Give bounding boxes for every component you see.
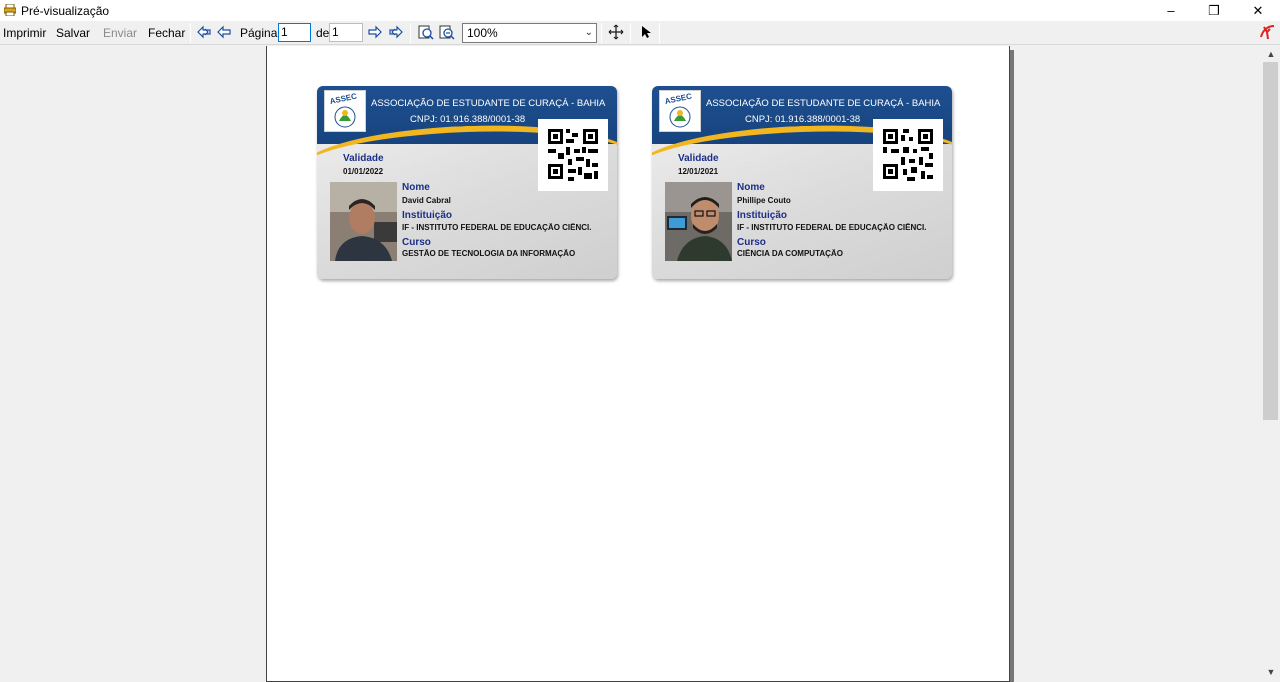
total-pages-field: 1: [329, 23, 363, 42]
print-button[interactable]: Imprimir: [3, 26, 46, 40]
validity-date: 01/01/2022: [343, 167, 384, 176]
close-window-button[interactable]: ✕: [1236, 0, 1280, 21]
organization-cnpj: CNPJ: 01.916.388/0001-38: [745, 114, 861, 125]
window-title: Pré-visualização: [21, 4, 110, 18]
last-page-icon[interactable]: [388, 24, 404, 40]
institution-label: Instituição: [402, 210, 453, 221]
student-photo: [330, 182, 397, 261]
send-button[interactable]: Enviar: [103, 26, 137, 40]
toolbar-separator: [410, 23, 411, 43]
logo-text: ASSEC: [329, 91, 358, 106]
assec-logo-icon: ASSEC: [329, 91, 358, 128]
scroll-down-icon[interactable]: ▼: [1262, 664, 1280, 680]
page-shadow: [1010, 50, 1014, 682]
report-page: ASSEC ASSOCIAÇÃO DE ESTUDANTE DE CURAÇÁ …: [266, 46, 1010, 682]
qr-code-icon: [548, 129, 598, 181]
student-name: David Cabral: [402, 196, 451, 205]
preview-workspace: ASSEC ASSOCIAÇÃO DE ESTUDANTE DE CURAÇÁ …: [0, 46, 1262, 682]
course-label: Curso: [402, 237, 431, 248]
name-label: Nome: [737, 182, 765, 193]
page-number-input[interactable]: 1: [278, 23, 311, 42]
first-page-icon[interactable]: [196, 24, 212, 40]
institution-name: IF - INSTITUTO FEDERAL DE EDUCAÇÃO CIÊNC…: [737, 223, 927, 232]
zoom-in-icon[interactable]: [418, 24, 434, 40]
organization-name: ASSOCIAÇÃO DE ESTUDANTE DE CURAÇÁ - BAHI…: [706, 98, 941, 109]
print-preview-window: Pré-visualização – ❐ ✕ Imprimir Salvar E…: [0, 0, 1280, 682]
toolbar-separator: [190, 23, 191, 43]
close-preview-button[interactable]: Fechar: [148, 26, 185, 40]
move-pan-icon[interactable]: [608, 24, 624, 40]
course-label: Curso: [737, 237, 766, 248]
zoom-value: 100%: [467, 26, 498, 40]
previous-page-icon[interactable]: [216, 24, 232, 40]
qr-code: [873, 119, 943, 191]
of-label: de: [316, 26, 330, 40]
course-name: GESTÃO DE TECNOLOGIA DA INFORMAÇÃO: [402, 249, 576, 258]
next-page-icon[interactable]: [367, 24, 383, 40]
institution-label: Instituição: [737, 210, 788, 221]
institution-name: IF - INSTITUTO FEDERAL DE EDUCAÇÃO CIÊNC…: [402, 223, 592, 232]
student-id-card: ASSEC ASSOCIAÇÃO DE ESTUDANTE DE CURAÇÁ …: [652, 86, 952, 279]
minimize-button[interactable]: –: [1149, 0, 1193, 21]
assec-logo-icon: ASSEC: [664, 91, 693, 128]
student-photo-image: [330, 182, 397, 261]
maximize-button[interactable]: ❐: [1192, 0, 1236, 21]
save-button[interactable]: Salvar: [56, 26, 90, 40]
student-photo-image: [665, 182, 732, 261]
title-bar: Pré-visualização – ❐ ✕: [0, 0, 1280, 21]
report-logo-icon: [1260, 25, 1275, 40]
printer-app-icon: [4, 4, 16, 16]
student-photo: [665, 182, 732, 261]
assec-logo: ASSEC: [324, 90, 366, 132]
zoom-select[interactable]: 100% ⌄: [462, 23, 597, 43]
organization-cnpj: CNPJ: 01.916.388/0001-38: [410, 114, 526, 125]
scroll-up-icon[interactable]: ▲: [1262, 46, 1280, 62]
toolbar-separator: [659, 23, 660, 43]
vertical-scrollbar[interactable]: ▲ ▼: [1262, 46, 1280, 682]
logo-text: ASSEC: [664, 91, 693, 106]
qr-code: [538, 119, 608, 191]
validity-date: 12/01/2021: [678, 167, 719, 176]
toolbar-separator: [630, 23, 631, 43]
pointer-icon[interactable]: [638, 24, 654, 40]
page-label: Página: [240, 26, 278, 40]
chevron-down-icon: ⌄: [584, 27, 593, 38]
toolbar: Imprimir Salvar Enviar Fechar Página 1 d…: [0, 21, 1280, 45]
assec-logo: ASSEC: [659, 90, 701, 132]
zoom-out-icon[interactable]: [439, 24, 455, 40]
organization-name: ASSOCIAÇÃO DE ESTUDANTE DE CURAÇÁ - BAHI…: [371, 98, 606, 109]
course-name: CIÊNCIA DA COMPUTAÇÃO: [737, 249, 843, 258]
qr-code-icon: [883, 129, 933, 181]
validity-label: Validade: [343, 153, 384, 164]
student-id-card: ASSEC ASSOCIAÇÃO DE ESTUDANTE DE CURAÇÁ …: [317, 86, 617, 279]
scrollbar-thumb[interactable]: [1263, 62, 1278, 420]
student-name: Phillipe Couto: [737, 196, 791, 205]
toolbar-separator: [601, 23, 602, 43]
validity-label: Validade: [678, 153, 719, 164]
name-label: Nome: [402, 182, 430, 193]
